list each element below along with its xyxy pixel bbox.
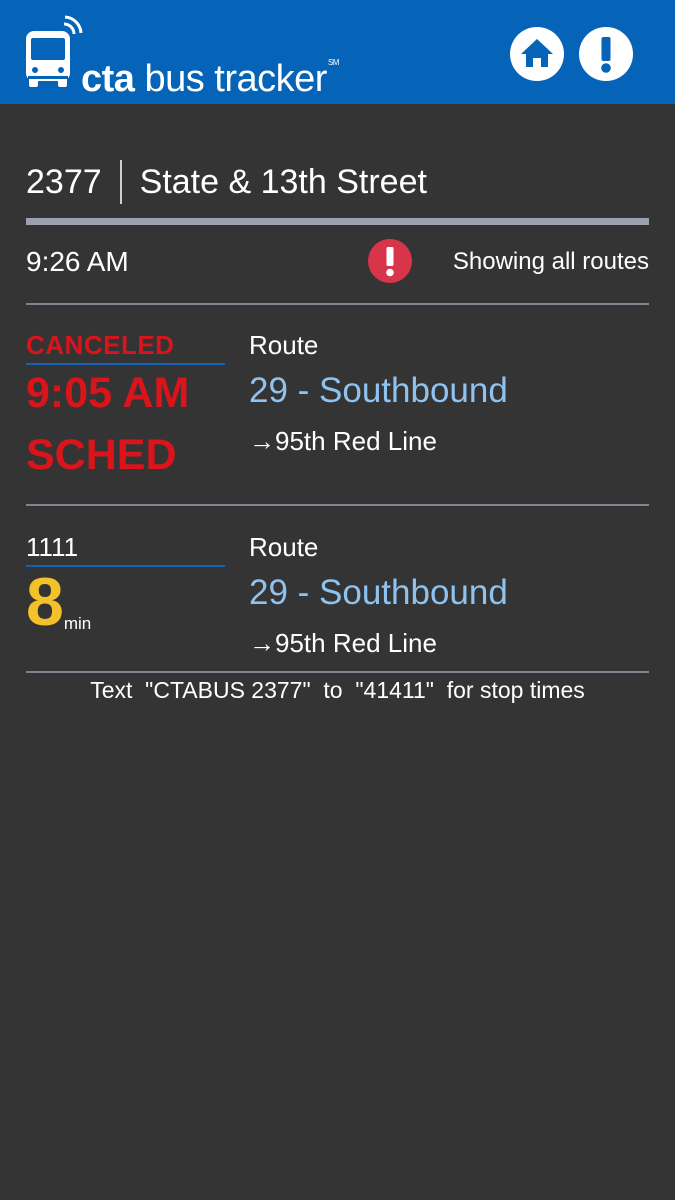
prediction-row[interactable]: 1111 8min Route 29 - Southbound →95th Re…	[26, 527, 649, 667]
scheduled-label: SCHED	[26, 431, 177, 479]
prediction-route: Route 29 - Southbound →95th Red Line	[249, 325, 649, 461]
route-destination: →95th Red Line	[249, 426, 437, 456]
prediction-route: Route 29 - Southbound →95th Red Line	[249, 527, 649, 663]
stop-name: State & 13th Street	[139, 163, 427, 201]
logo-wordmark: cta bus trackerSM	[81, 41, 339, 101]
prediction-status: 1111 8min	[26, 527, 225, 637]
scheduled-time: 9:05 AM	[26, 369, 190, 417]
route-destination: →95th Red Line	[249, 628, 437, 658]
current-time: 9:26 AM	[26, 246, 129, 277]
eta-minutes: 8	[26, 564, 64, 640]
stop-id: 2377	[26, 163, 102, 201]
divider	[26, 504, 649, 506]
vehicle-id: 1111	[26, 527, 225, 567]
exclamation-icon	[601, 37, 611, 73]
eta-unit: min	[63, 614, 92, 633]
home-button[interactable]	[510, 27, 564, 81]
prediction-status: CANCELED 9:05 AM SCHED	[26, 325, 225, 483]
divider	[26, 671, 649, 673]
divider	[26, 303, 649, 305]
stop-heading: 2377 State & 13th Street	[26, 158, 427, 206]
route-filter-status[interactable]: Showing all routes	[453, 246, 649, 278]
logo-service-mark: SM	[327, 58, 340, 67]
stop-divider	[26, 218, 649, 225]
sms-instructions: Text "CTABUS 2377" to "41411" for stop t…	[90, 677, 585, 703]
route-name-link[interactable]: 29 - Southbound	[249, 367, 649, 415]
stop-separator	[119, 160, 122, 204]
prediction-row[interactable]: CANCELED 9:05 AM SCHED Route 29 - Southb…	[26, 325, 649, 490]
logo-bus-tracker: bus tracker	[134, 58, 327, 100]
route-label: Route	[249, 330, 319, 360]
route-name-link[interactable]: 29 - Southbound	[249, 569, 649, 617]
cta-bus-tracker-logo[interactable]: cta bus trackerSM	[24, 14, 344, 100]
logo-cta: cta	[81, 58, 135, 100]
canceled-label: CANCELED	[26, 325, 225, 365]
alerts-button[interactable]	[579, 27, 633, 81]
home-icon	[521, 39, 553, 67]
eta: 8min	[26, 567, 225, 637]
app-header: cta bus trackerSM	[0, 0, 675, 104]
exclamation-circle-icon[interactable]	[367, 238, 413, 284]
route-label: Route	[249, 532, 319, 562]
